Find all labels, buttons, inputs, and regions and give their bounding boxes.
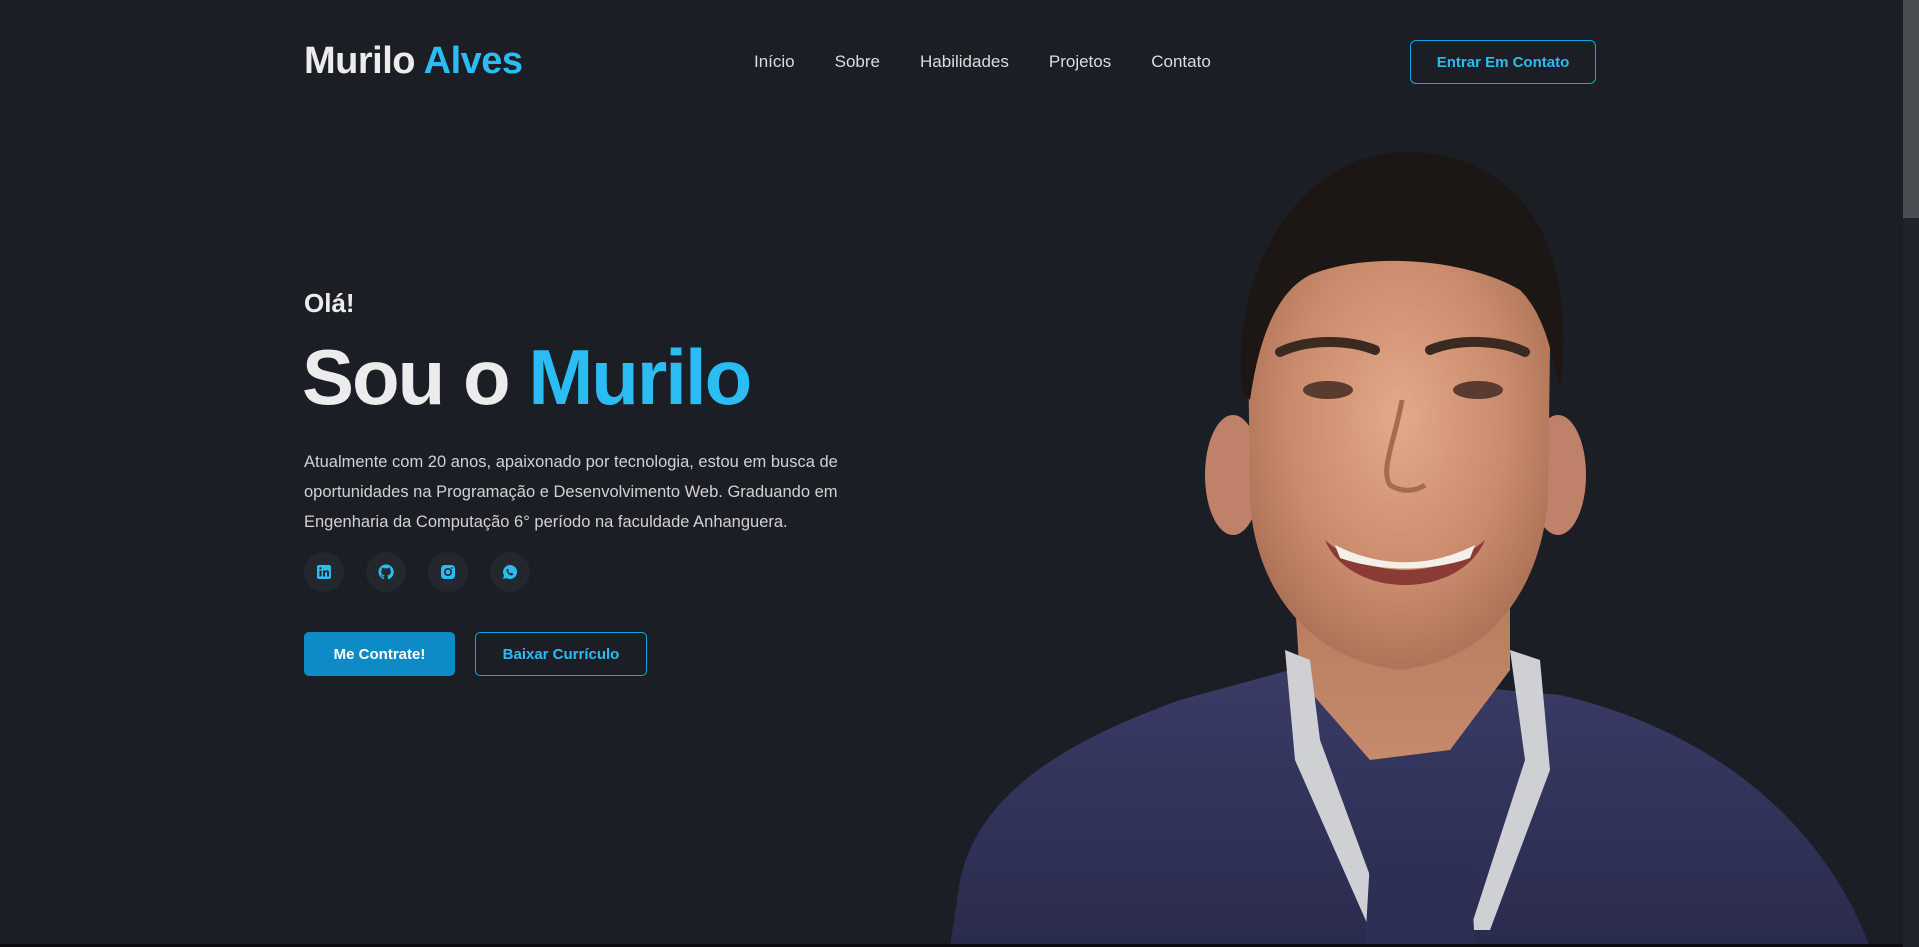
hero-description: Atualmente com 20 anos, apaixonado por t…: [304, 453, 838, 531]
nav-item-contato[interactable]: Contato: [1151, 52, 1211, 72]
hero-greeting: Olá!: [304, 288, 355, 318]
social-links: [304, 552, 530, 592]
nav-item-projetos[interactable]: Projetos: [1049, 52, 1111, 72]
scrollbar-thumb[interactable]: [1903, 0, 1919, 218]
contact-button[interactable]: Entrar Em Contato: [1410, 40, 1596, 84]
nav-item-sobre[interactable]: Sobre: [835, 52, 880, 72]
scrollbar[interactable]: [1903, 0, 1919, 947]
headline-name: Murilo: [528, 333, 752, 421]
nav-item-inicio[interactable]: Início: [754, 52, 795, 72]
headline-prefix: Sou o: [302, 333, 511, 421]
instagram-link[interactable]: [428, 552, 468, 592]
logo-last-name: Alves: [423, 40, 523, 82]
logo-first-name: Murilo: [304, 40, 415, 82]
main-nav: Início Sobre Habilidades Projetos Contat…: [754, 52, 1211, 72]
hire-me-button[interactable]: Me Contrate!: [304, 632, 455, 676]
profile-photo: [950, 151, 1870, 947]
download-resume-button[interactable]: Baixar Currículo: [475, 632, 647, 676]
whatsapp-link[interactable]: [490, 552, 530, 592]
site-logo[interactable]: Murilo Alves: [304, 40, 523, 83]
instagram-icon: [441, 565, 455, 579]
github-link[interactable]: [366, 552, 406, 592]
linkedin-link[interactable]: [304, 552, 344, 592]
whatsapp-icon: [503, 564, 518, 579]
page: Murilo Alves Início Sobre Habilidades Pr…: [0, 0, 1919, 947]
github-icon: [378, 564, 394, 580]
hero-headline: Sou o Murilo: [302, 338, 752, 416]
nav-item-habilidades[interactable]: Habilidades: [920, 52, 1009, 72]
linkedin-icon: [317, 565, 331, 579]
